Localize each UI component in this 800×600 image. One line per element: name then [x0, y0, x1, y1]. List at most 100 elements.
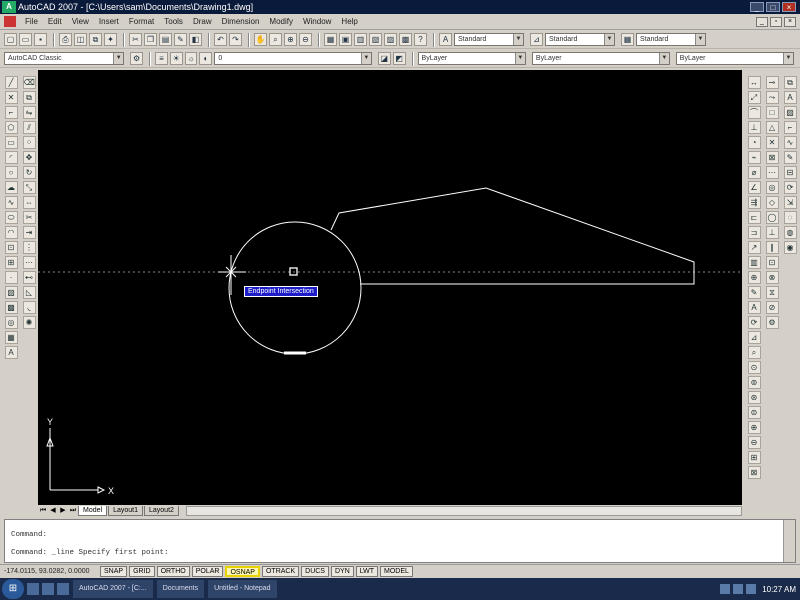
text-style-icon[interactable]: A: [439, 33, 452, 46]
paste-icon[interactable]: ▤: [159, 33, 172, 46]
tool-palettes-icon[interactable]: ▥: [354, 33, 367, 46]
polygon-icon[interactable]: ⬠: [4, 121, 18, 134]
snap-toggle[interactable]: SNAP: [100, 566, 128, 577]
move-icon[interactable]: ✥: [22, 151, 36, 164]
tab-model[interactable]: Model: [78, 506, 108, 516]
spline-icon[interactable]: ∿: [4, 196, 18, 209]
free-orbit-icon[interactable]: ◍: [783, 226, 797, 239]
save-icon[interactable]: ▪: [34, 33, 47, 46]
publish-icon[interactable]: ⧉: [89, 33, 102, 46]
linear-dim-icon[interactable]: ↔: [747, 76, 761, 89]
maximize-button[interactable]: □: [766, 2, 780, 12]
edit-polyline-icon[interactable]: ⌐: [783, 121, 797, 134]
dim-style-panel-icon[interactable]: ⊿: [747, 331, 761, 344]
copy-object-icon[interactable]: ⧉: [22, 91, 36, 104]
markup-icon[interactable]: ▨: [384, 33, 397, 46]
layer-select[interactable]: 0 ▼: [214, 52, 372, 65]
menu-edit[interactable]: Edit: [43, 17, 67, 26]
quicklaunch-ie-icon[interactable]: [27, 583, 39, 595]
plot-icon[interactable]: ⎙: [59, 33, 72, 46]
snap-perpendicular-icon[interactable]: ⊥: [765, 226, 779, 239]
osnap-toggle[interactable]: OSNAP: [225, 566, 260, 577]
break-at-point-icon[interactable]: ⋮: [22, 241, 36, 254]
table-icon[interactable]: ▦: [4, 331, 18, 344]
network-icon[interactable]: [720, 584, 731, 594]
next-tab-arrow-icon[interactable]: ▶: [58, 506, 68, 516]
pan-icon[interactable]: ✋: [254, 33, 267, 46]
design-center-icon[interactable]: ▣: [339, 33, 352, 46]
snap-apparent-icon[interactable]: ⊠: [765, 151, 779, 164]
zoom-extents-icon[interactable]: ⊠: [747, 466, 761, 479]
cut-icon[interactable]: ✂: [129, 33, 142, 46]
zoom-window-icon[interactable]: ⊕: [284, 33, 297, 46]
task-notepad[interactable]: Untitled - Notepad: [208, 580, 277, 598]
circle-icon[interactable]: ○: [4, 166, 18, 179]
diameter-icon[interactable]: ⌀: [747, 166, 761, 179]
make-current-layer-icon[interactable]: ◪: [377, 52, 391, 65]
zoom-previous-icon[interactable]: ⊖: [299, 33, 312, 46]
snap-node-icon[interactable]: ⊗: [765, 271, 779, 284]
arc-length-icon[interactable]: ⌒: [747, 106, 761, 119]
menu-view[interactable]: View: [67, 17, 94, 26]
zoom-object-icon[interactable]: ⊜: [747, 406, 761, 419]
snap-extension-icon[interactable]: ⋯: [765, 166, 779, 179]
jogged-icon[interactable]: ⌁: [747, 151, 761, 164]
menu-dimension[interactable]: Dimension: [217, 17, 265, 26]
workspace-settings-icon[interactable]: ⚙: [130, 52, 143, 65]
snap-tangent-icon[interactable]: ◯: [765, 211, 779, 224]
coordinate-readout[interactable]: -174.0115, 93.0282, 0.0000: [0, 568, 100, 575]
hatch-icon[interactable]: ▨: [4, 286, 18, 299]
layer-lock-icon[interactable]: ◐: [199, 52, 213, 65]
make-block-icon[interactable]: ⊞: [4, 256, 18, 269]
last-tab-arrow-icon[interactable]: ⏭: [68, 506, 78, 516]
zoom-center-icon[interactable]: ⊛: [747, 391, 761, 404]
autocad-icon[interactable]: A: [2, 1, 16, 13]
insert-block-icon[interactable]: ⊡: [4, 241, 18, 254]
model-toggle[interactable]: MODEL: [380, 566, 413, 577]
draw-order-icon[interactable]: ⧉: [783, 76, 797, 89]
doc-restore-button[interactable]: ▫: [770, 16, 782, 27]
menu-help[interactable]: Help: [336, 17, 362, 26]
windows-start-icon[interactable]: ⊞: [2, 579, 24, 599]
zoom-out-icon[interactable]: ⊖: [747, 436, 761, 449]
mirror-icon[interactable]: ⇋: [22, 106, 36, 119]
arc-icon[interactable]: ◜: [4, 151, 18, 164]
edit-spline-icon[interactable]: ∿: [783, 136, 797, 149]
continuous-orbit-icon[interactable]: ◉: [783, 241, 797, 254]
task-documents[interactable]: Documents: [156, 580, 205, 598]
angular-icon[interactable]: ∠: [747, 181, 761, 194]
tab-layout1[interactable]: Layout1: [108, 506, 143, 516]
snap-insert-icon[interactable]: ⊡: [765, 256, 779, 269]
zoom-scale-icon[interactable]: ⊚: [747, 376, 761, 389]
taskbar-clock[interactable]: 10:27 AM: [762, 585, 796, 594]
snap-quadrant-icon[interactable]: ◇: [765, 196, 779, 209]
doc-close-button[interactable]: ×: [784, 16, 796, 27]
table-style-icon[interactable]: ▦: [621, 33, 634, 46]
line-icon[interactable]: ╱: [4, 76, 18, 89]
dim-style-select[interactable]: Standard ▼: [545, 33, 615, 46]
zoom-window-side-icon[interactable]: ⌕: [747, 346, 761, 359]
doc-minimize-button[interactable]: _: [756, 16, 768, 27]
copy-icon[interactable]: ❐: [144, 33, 157, 46]
menu-file[interactable]: File: [20, 17, 43, 26]
break-icon[interactable]: ⋯: [22, 256, 36, 269]
offset-icon[interactable]: ⫽: [22, 121, 36, 134]
continue-icon[interactable]: ⊐: [747, 226, 761, 239]
new-icon[interactable]: ▢: [4, 33, 17, 46]
menu-tools[interactable]: Tools: [159, 17, 188, 26]
snap-parallel-icon[interactable]: ∥: [765, 241, 779, 254]
text-front-icon[interactable]: A: [783, 91, 797, 104]
ellipse-icon[interactable]: ⬭: [4, 211, 18, 224]
ellipse-arc-icon[interactable]: ◠: [4, 226, 18, 239]
tolerance-icon[interactable]: ▥: [747, 256, 761, 269]
osnap-settings-icon[interactable]: ⚙: [765, 316, 779, 329]
grid-toggle[interactable]: GRID: [129, 566, 155, 577]
color-select[interactable]: ByLayer ▼: [417, 52, 526, 65]
snap-none-icon[interactable]: ⊘: [765, 301, 779, 314]
3d-dwf-icon[interactable]: ✦: [104, 33, 117, 46]
edit-hatch-icon[interactable]: ▨: [783, 106, 797, 119]
polar-toggle[interactable]: POLAR: [191, 566, 224, 577]
sheet-set-icon[interactable]: ▧: [369, 33, 382, 46]
block-editor-icon[interactable]: ◧: [189, 33, 202, 46]
first-tab-arrow-icon[interactable]: ⏮: [38, 506, 48, 516]
